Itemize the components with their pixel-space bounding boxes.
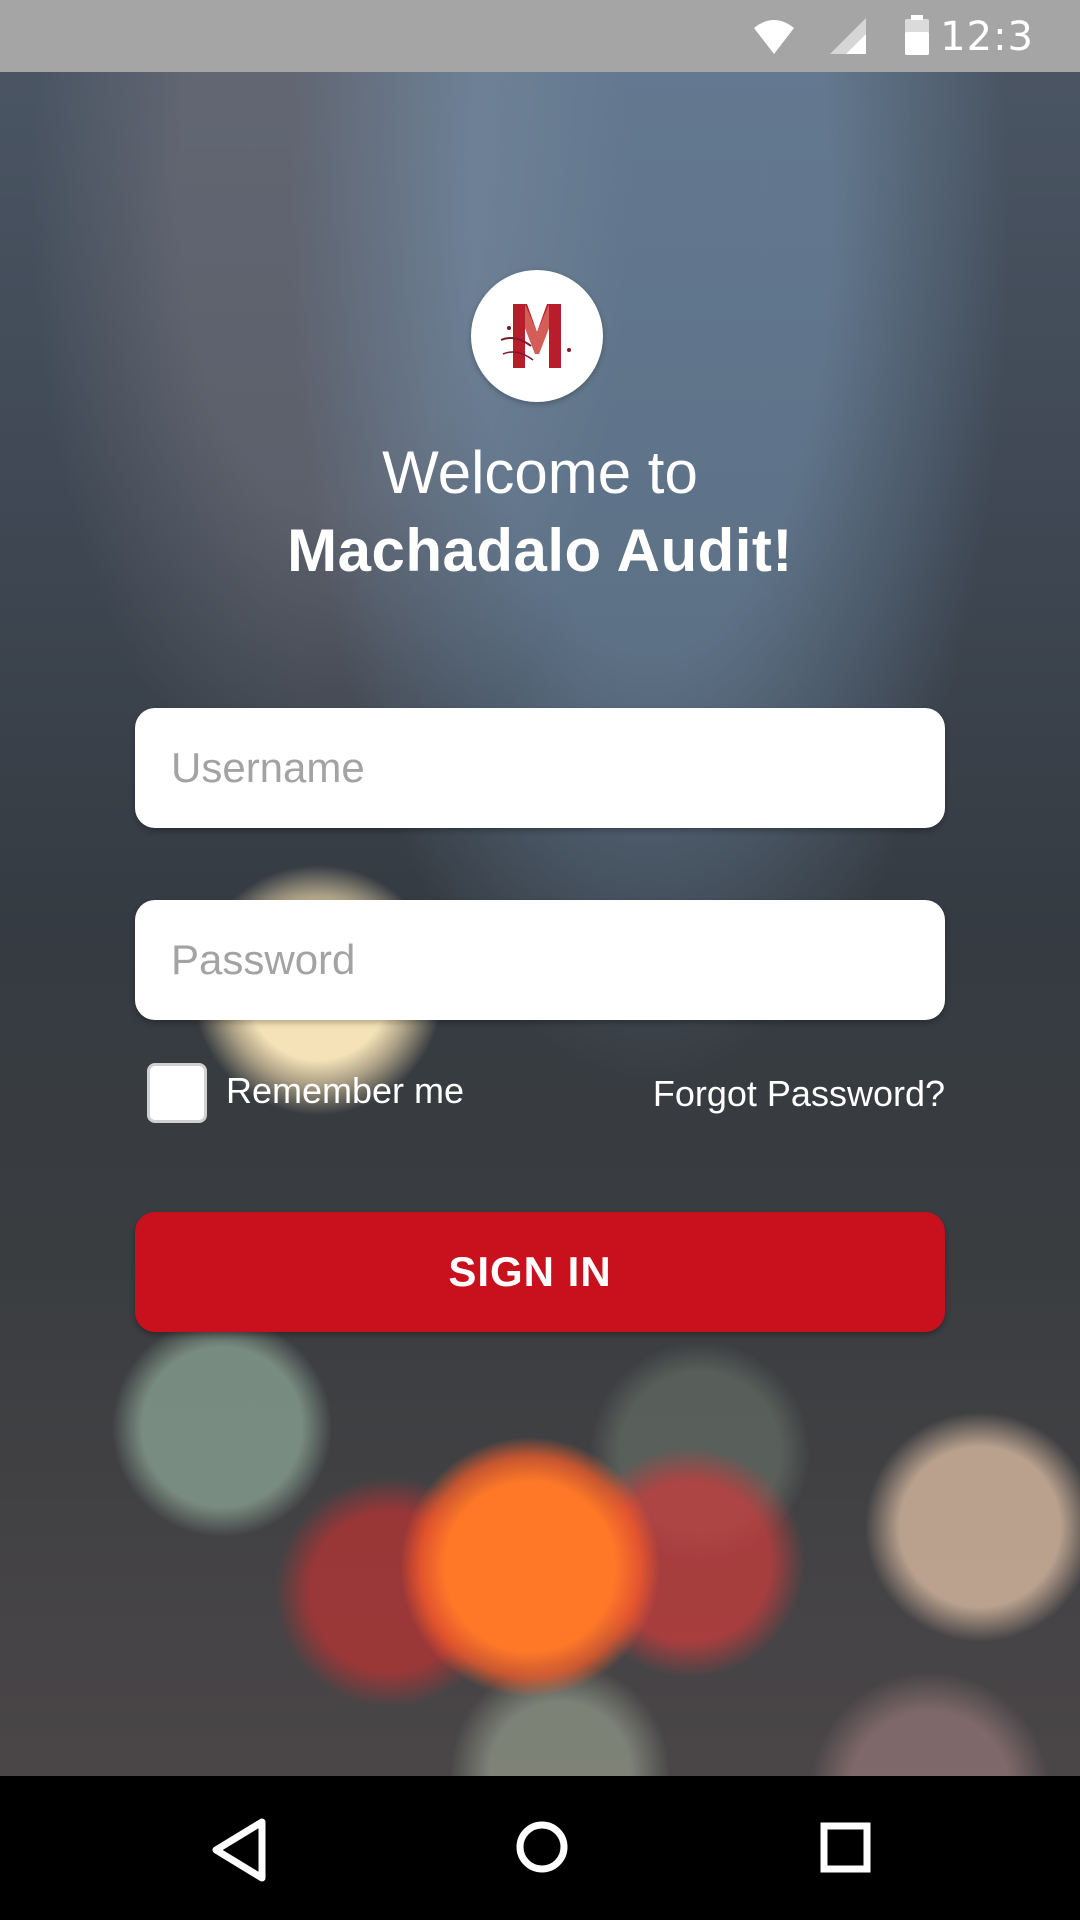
navigation-bar [0,1776,1080,1920]
password-input[interactable] [135,900,945,1020]
username-field [135,708,945,828]
forgot-password-link[interactable]: Forgot Password? [653,1073,945,1115]
username-input[interactable] [135,708,945,828]
recents-icon[interactable] [755,1776,935,1920]
sign-in-button[interactable]: SIGN IN [135,1212,945,1332]
app-name-title: Machadalo Audit! [287,517,793,584]
status-time: 12:3 [940,14,1034,60]
back-icon[interactable] [150,1776,330,1920]
remember-me-checkbox[interactable] [147,1063,207,1123]
home-icon[interactable] [452,1776,632,1920]
status-bar: 12:3 [0,0,1080,72]
password-field [135,900,945,1020]
login-screen: 12:3 Welcome to Machadalo Audit! Remembe… [0,0,1080,1920]
battery-icon [902,14,932,63]
welcome-text: Welcome to [382,439,698,506]
cell-signal-icon [826,14,870,63]
remember-me-label[interactable]: Remember me [226,1070,464,1112]
app-logo [471,270,603,402]
wifi-icon [752,14,796,63]
